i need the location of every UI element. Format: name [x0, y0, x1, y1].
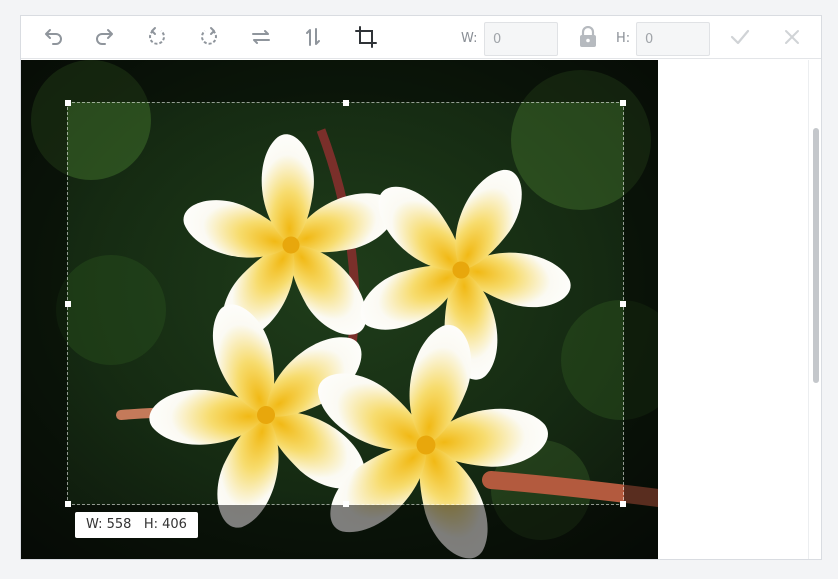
crop-icon [355, 26, 377, 48]
image-editor: W: H: [20, 15, 822, 560]
crop-handle-bottom-left[interactable] [65, 501, 71, 507]
crop-handle-top-right[interactable] [620, 100, 626, 106]
crop-handle-bottom[interactable] [343, 501, 349, 507]
height-label: H: [616, 31, 631, 46]
redo-button[interactable] [91, 23, 119, 51]
flip-horizontal-icon [252, 30, 270, 44]
width-label: W: [461, 31, 478, 46]
crop-button[interactable] [352, 23, 380, 51]
flip-vertical-button[interactable] [299, 23, 327, 51]
crop-handle-top[interactable] [343, 100, 349, 106]
scrollbar-thumb[interactable] [813, 128, 819, 383]
flower-photo: W: 558 H: 406 [21, 60, 658, 559]
canvas-area: W: 558 H: 406 [21, 60, 807, 559]
apply-check-icon [730, 29, 750, 45]
flip-vertical-icon [306, 28, 320, 46]
redo-icon [96, 29, 113, 45]
cancel-button[interactable] [778, 23, 806, 51]
rotate-right-icon [201, 27, 217, 45]
flip-horizontal-button[interactable] [247, 23, 275, 51]
rotate-left-icon [149, 27, 165, 45]
aspect-lock-button[interactable] [574, 23, 602, 51]
crop-handle-left[interactable] [65, 301, 71, 307]
apply-button[interactable] [726, 23, 754, 51]
lock-icon [580, 26, 596, 47]
height-input[interactable] [636, 22, 710, 56]
undo-button[interactable] [39, 23, 67, 51]
editor-toolbar: W: H: [21, 16, 821, 59]
crop-size-badge: W: 558 H: 406 [75, 512, 198, 538]
crop-handle-bottom-right[interactable] [620, 501, 626, 507]
crop-handle-top-left[interactable] [65, 100, 71, 106]
crop-width-text: W: 558 [86, 517, 132, 532]
width-input[interactable] [484, 22, 558, 56]
cancel-close-icon [785, 30, 799, 44]
undo-icon [45, 29, 62, 45]
rotate-left-button[interactable] [143, 23, 171, 51]
crop-selection-box[interactable] [65, 100, 626, 507]
crop-height-text: H: 406 [143, 517, 187, 532]
rotate-right-button[interactable] [195, 23, 223, 51]
vertical-scrollbar[interactable] [808, 60, 821, 559]
crop-handle-right[interactable] [620, 301, 626, 307]
